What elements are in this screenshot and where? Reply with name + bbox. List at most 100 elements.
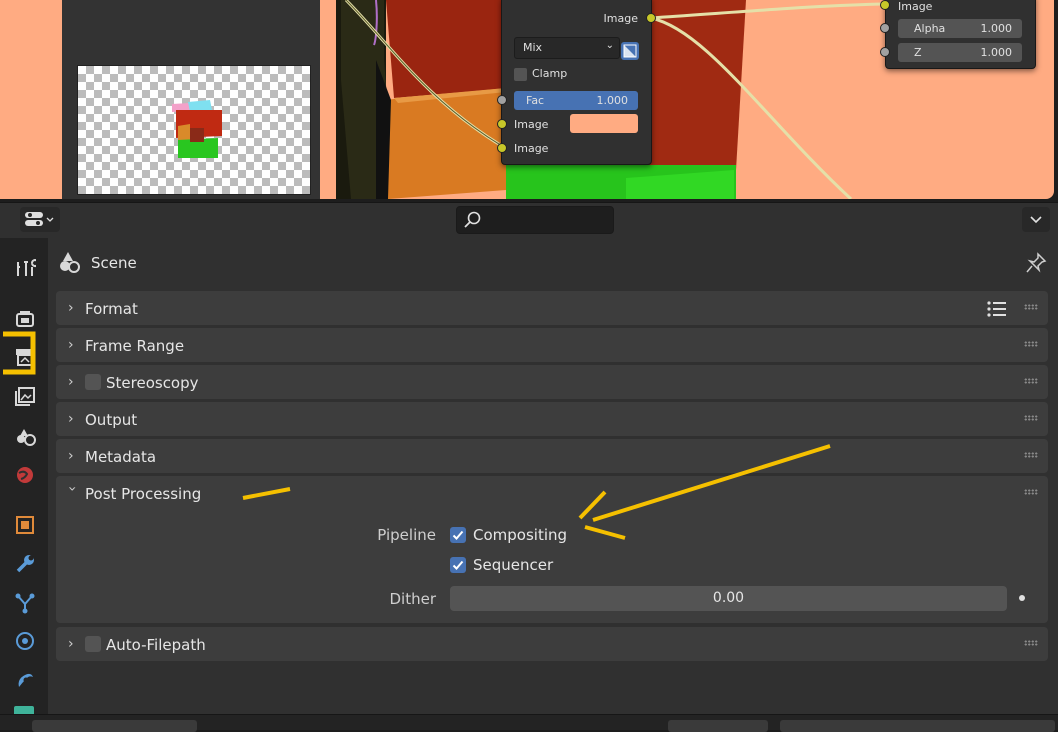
post-processing-title: Post Processing <box>85 485 202 503</box>
physics-tab[interactable] <box>14 630 36 652</box>
auto-filepath-checkbox[interactable] <box>85 636 101 652</box>
pipeline-label: Pipeline <box>377 526 436 544</box>
compositing-label: Compositing <box>473 526 568 544</box>
z-label: Z <box>914 46 922 59</box>
properties-tab-bar <box>0 238 48 714</box>
fac-slider[interactable]: Fac 1.000 <box>514 91 638 110</box>
alpha-field[interactable]: Alpha 1.000 <box>898 19 1022 38</box>
chevron-right-icon: › <box>68 636 74 652</box>
particles-tab[interactable] <box>14 592 36 614</box>
drag-handle-icon[interactable] <box>1024 341 1038 347</box>
keyframe-dot-icon[interactable] <box>1019 595 1025 601</box>
chevron-down-icon <box>1030 216 1042 224</box>
output-tab[interactable] <box>14 346 36 368</box>
drag-handle-icon[interactable] <box>1024 489 1038 495</box>
image1-input-socket[interactable] <box>497 119 507 129</box>
search-icon <box>464 211 481 228</box>
data-tab[interactable] <box>14 706 34 714</box>
drag-handle-icon[interactable] <box>1024 452 1038 458</box>
frame-range-title: Frame Range <box>85 337 185 355</box>
auto-filepath-title: Auto-Filepath <box>106 636 206 654</box>
view-layer-tab[interactable] <box>14 385 36 407</box>
z-field[interactable]: Z 1.000 <box>898 43 1022 62</box>
compositing-toggle[interactable]: Compositing <box>450 526 580 546</box>
modifiers-tab[interactable] <box>14 553 36 575</box>
playback-controls[interactable] <box>32 720 197 732</box>
fac-value: 1.000 <box>596 94 629 107</box>
tool-tab[interactable] <box>14 258 36 280</box>
object-tab[interactable] <box>14 514 36 536</box>
sequencer-toggle[interactable]: Sequencer <box>450 556 580 576</box>
editor-type-button[interactable] <box>20 207 60 232</box>
scene-tab[interactable] <box>14 425 36 447</box>
format-title: Format <box>85 300 138 318</box>
post-processing-header[interactable]: › Post Processing <box>56 476 1048 510</box>
editor-type-icon <box>25 212 54 226</box>
drag-handle-icon[interactable] <box>1024 415 1038 421</box>
checkmark-icon <box>452 560 464 570</box>
stereoscopy-checkbox[interactable] <box>85 374 101 390</box>
image2-input-socket[interactable] <box>497 143 507 153</box>
post-processing-panel: › Post Processing Pipeline Compositing S… <box>56 476 1048 623</box>
header-options-button[interactable] <box>1022 207 1050 232</box>
clamp-label: Clamp <box>532 67 568 80</box>
mix-node[interactable]: Image Mix ⌄ Clamp Fac 1.000 Image Image <box>501 0 652 165</box>
chevron-right-icon: › <box>68 374 74 390</box>
composite-node[interactable]: Image Alpha 1.000 Z 1.000 <box>885 0 1036 69</box>
pin-icon[interactable] <box>1024 251 1048 275</box>
drag-handle-icon[interactable] <box>1024 304 1038 310</box>
frame-range-panel[interactable]: › Frame Range <box>56 328 1048 362</box>
presets-list-icon[interactable] <box>986 299 1008 319</box>
compositor-area: Image Mix ⌄ Clamp Fac 1.000 Image Image … <box>0 0 1058 202</box>
world-tab[interactable] <box>14 464 36 486</box>
dither-label: Dither <box>389 590 436 608</box>
auto-filepath-panel[interactable]: › Auto-Filepath <box>56 627 1048 661</box>
chevron-down-icon: › <box>64 486 80 492</box>
mix-color-swatch[interactable] <box>570 114 638 133</box>
dither-slider[interactable]: 0.00 <box>450 586 1007 611</box>
metadata-panel[interactable]: › Metadata <box>56 439 1048 473</box>
fac-input-socket[interactable] <box>497 95 507 105</box>
context-title: Scene <box>91 254 137 272</box>
chevron-right-icon: › <box>68 300 74 316</box>
render-tab[interactable] <box>14 308 36 330</box>
drag-handle-icon[interactable] <box>1024 378 1038 384</box>
blend-mode-dropdown[interactable]: Mix ⌄ <box>514 37 620 59</box>
checkmark-icon <box>452 530 464 540</box>
cube-preview-image <box>172 100 222 158</box>
alpha-icon <box>623 44 637 58</box>
render-preview-thumbnail <box>77 65 311 195</box>
current-frame-field[interactable] <box>668 720 768 732</box>
sequencer-checkbox[interactable] <box>450 557 466 573</box>
constraints-tab[interactable] <box>14 669 36 691</box>
composite-image-socket[interactable] <box>880 0 890 10</box>
chevron-right-icon: › <box>68 448 74 464</box>
mix-input2-label: Image <box>514 142 549 155</box>
frame-range-fields[interactable] <box>780 720 1055 732</box>
stereoscopy-title: Stereoscopy <box>106 374 199 392</box>
use-alpha-toggle[interactable] <box>621 42 639 60</box>
z-socket[interactable] <box>880 47 890 57</box>
mix-output-socket[interactable] <box>646 13 656 23</box>
chevron-right-icon: › <box>68 337 74 353</box>
clamp-checkbox[interactable] <box>514 68 527 81</box>
chevron-down-icon: ⌄ <box>605 40 614 51</box>
fac-label: Fac <box>526 94 545 107</box>
sequencer-label: Sequencer <box>473 556 554 574</box>
mix-input1-label: Image <box>514 118 549 131</box>
drag-handle-icon[interactable] <box>1024 640 1038 646</box>
compositing-checkbox[interactable] <box>450 527 466 543</box>
blend-mode-value: Mix <box>523 41 543 54</box>
metadata-title: Metadata <box>85 448 157 466</box>
z-value: 1.000 <box>980 46 1013 59</box>
dither-value: 0.00 <box>712 590 745 606</box>
alpha-label: Alpha <box>914 22 946 35</box>
format-panel[interactable]: › Format <box>56 291 1048 325</box>
search-input[interactable] <box>456 206 614 234</box>
output-panel[interactable]: › Output <box>56 402 1048 436</box>
stereoscopy-panel[interactable]: › Stereoscopy <box>56 365 1048 399</box>
output-title: Output <box>85 411 138 429</box>
alpha-socket[interactable] <box>880 23 890 33</box>
composite-image-label: Image <box>898 0 933 13</box>
backdrop-left-edge <box>0 0 60 199</box>
